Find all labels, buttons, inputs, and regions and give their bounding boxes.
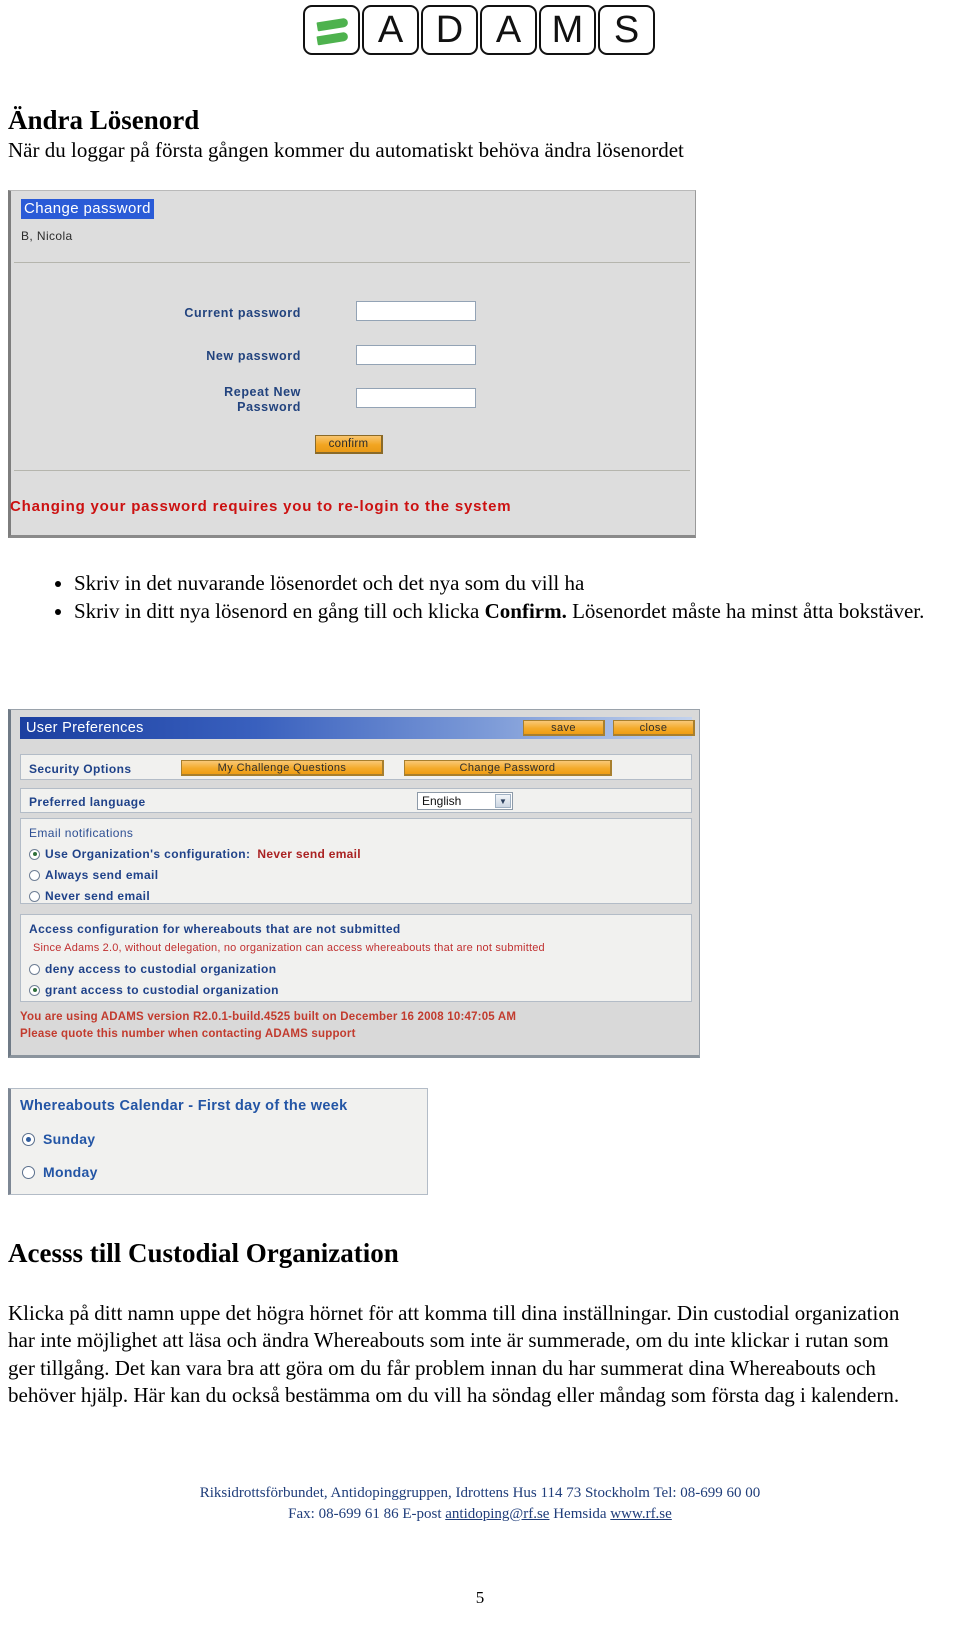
intro-paragraph: När du loggar på första gången kommer du… [8, 138, 684, 162]
list-item: Skriv in det nuvarande lösenordet och de… [74, 570, 932, 597]
radio-first-day-monday[interactable]: Monday [22, 1164, 98, 1180]
repeat-new-password-label-line2: Password [237, 400, 301, 415]
logo-tile-d: D [421, 5, 478, 55]
leaf-shape-top [316, 17, 349, 32]
radio-label-sunday: Sunday [43, 1131, 96, 1147]
new-password-input[interactable] [356, 345, 476, 365]
footer-email-link[interactable]: antidoping@rf.se [445, 1506, 549, 1522]
radio-label-monday: Monday [43, 1164, 98, 1180]
repeat-new-password-label: Repeat New Password [141, 385, 301, 416]
page-title: Ändra Lösenord [8, 105, 200, 135]
repeat-new-password-label-line1: Repeat New [224, 385, 301, 399]
preferred-language-panel: Preferred language English ▼ [20, 788, 692, 813]
security-options-label: Security Options [29, 762, 132, 776]
logo-tile-a1: A [362, 5, 419, 55]
adams-support-line: Please quote this number when contacting… [20, 1028, 356, 1040]
bullet2-bold-confirm: Confirm. [484, 598, 567, 623]
radio-icon-unselected[interactable] [29, 890, 40, 902]
page-footer: Riksidrottsförbundet, Antidopinggruppen,… [0, 1483, 960, 1524]
preferred-language-label: Preferred language [29, 795, 146, 809]
adams-leaf-icon [303, 5, 360, 55]
security-options-panel: Security Options My Challenge Questions … [20, 754, 692, 780]
user-preferences-title: User Preferences [26, 720, 144, 736]
footer-line-2: Fax: 08-699 61 86 E-post antidoping@rf.s… [0, 1504, 960, 1525]
close-button[interactable]: close [613, 720, 695, 736]
confirm-button[interactable]: confirm [315, 435, 383, 454]
radio-use-org-configuration[interactable]: Use Organization's configuration: Never … [29, 847, 361, 861]
access-configuration-panel: Access configuration for whereabouts tha… [20, 914, 692, 1002]
logo-tile-a2: A [480, 5, 537, 55]
chevron-down-icon[interactable]: ▼ [495, 794, 511, 808]
adams-version-line: You are using ADAMS version R2.0.1-build… [20, 1011, 517, 1023]
current-password-label: Current password [184, 306, 301, 320]
preferred-language-value: English [422, 794, 462, 808]
leaf-shape-bottom [316, 31, 349, 46]
adams-logo: A D A M S [303, 5, 655, 55]
radio-icon-unselected[interactable] [29, 963, 40, 975]
divider-bottom [14, 470, 690, 471]
radio-icon-selected[interactable] [29, 848, 40, 860]
instruction-bullets: Skriv in det nuvarande lösenordet och de… [52, 570, 932, 626]
whereabouts-calendar-screenshot: Whereabouts Calendar - First day of the … [8, 1088, 428, 1195]
current-password-input[interactable] [356, 301, 476, 321]
page-number: 5 [475, 1588, 485, 1607]
my-challenge-questions-button[interactable]: My Challenge Questions [181, 760, 384, 776]
footer-line-1: Riksidrottsförbundet, Antidopinggruppen,… [199, 1485, 761, 1501]
email-notifications-heading: Email notifications [29, 826, 134, 840]
change-password-title: Change password [21, 199, 154, 219]
repeat-new-password-input[interactable] [356, 388, 476, 408]
bullet2-suffix: Lösenordet måste ha minst åtta bokstäver… [566, 598, 925, 623]
radio-label-never-send-email: Never send email [45, 889, 151, 903]
list-item: Skriv in ditt nya lösenord en gång till … [74, 598, 932, 625]
footer-hemsida-text: Hemsida [549, 1505, 611, 1522]
radio-never-send-email[interactable]: Never send email [29, 889, 150, 903]
change-password-button[interactable]: Change Password [404, 760, 612, 776]
email-notifications-panel: Email notifications Use Organization's c… [20, 818, 692, 904]
org-configuration-value: Never send email [257, 847, 361, 861]
radio-label-grant-access: grant access to custodial organization [45, 983, 279, 997]
footer-fax-text: Fax: 08-699 61 86 E-post [288, 1505, 446, 1522]
radio-label-always-send-email: Always send email [45, 868, 159, 882]
new-password-label: New password [206, 349, 301, 363]
radio-grant-access[interactable]: grant access to custodial organization [29, 983, 279, 997]
preferred-language-select[interactable]: English ▼ [417, 792, 513, 810]
access-configuration-note: Since Adams 2.0, without delegation, no … [33, 942, 545, 954]
radio-icon-unselected[interactable] [29, 869, 40, 881]
logged-in-user-name: B, Nicola [21, 229, 73, 243]
radio-icon-selected[interactable] [22, 1132, 35, 1146]
change-password-screenshot: Change password B, Nicola Current passwo… [8, 190, 696, 538]
radio-deny-access[interactable]: deny access to custodial organization [29, 962, 277, 976]
user-preferences-screenshot: User Preferences save close Security Opt… [8, 709, 700, 1058]
bullet2-prefix: Skriv in ditt nya lösenord en gång till … [74, 598, 485, 623]
radio-label-use-org-configuration: Use Organization's configuration: [45, 847, 251, 861]
divider-top [14, 262, 690, 263]
access-configuration-heading: Access configuration for whereabouts tha… [29, 922, 401, 936]
save-button[interactable]: save [523, 720, 605, 736]
custodial-organization-paragraph: Klicka på ditt namn uppe det högra hörne… [8, 1301, 900, 1407]
whereabouts-calendar-title: Whereabouts Calendar - First day of the … [20, 1098, 348, 1114]
radio-icon-unselected[interactable] [22, 1165, 35, 1179]
logo-tile-s: S [598, 5, 655, 55]
radio-label-deny-access: deny access to custodial organization [45, 962, 277, 976]
radio-always-send-email[interactable]: Always send email [29, 868, 159, 882]
logo-tile-m: M [539, 5, 596, 55]
section-heading-custodial: Acesss till Custodial Organization [8, 1238, 399, 1268]
radio-icon-selected[interactable] [29, 984, 40, 996]
footer-website-link[interactable]: www.rf.se [610, 1506, 672, 1522]
relogin-warning-text: Changing your password requires you to r… [10, 498, 512, 515]
radio-first-day-sunday[interactable]: Sunday [22, 1131, 95, 1147]
